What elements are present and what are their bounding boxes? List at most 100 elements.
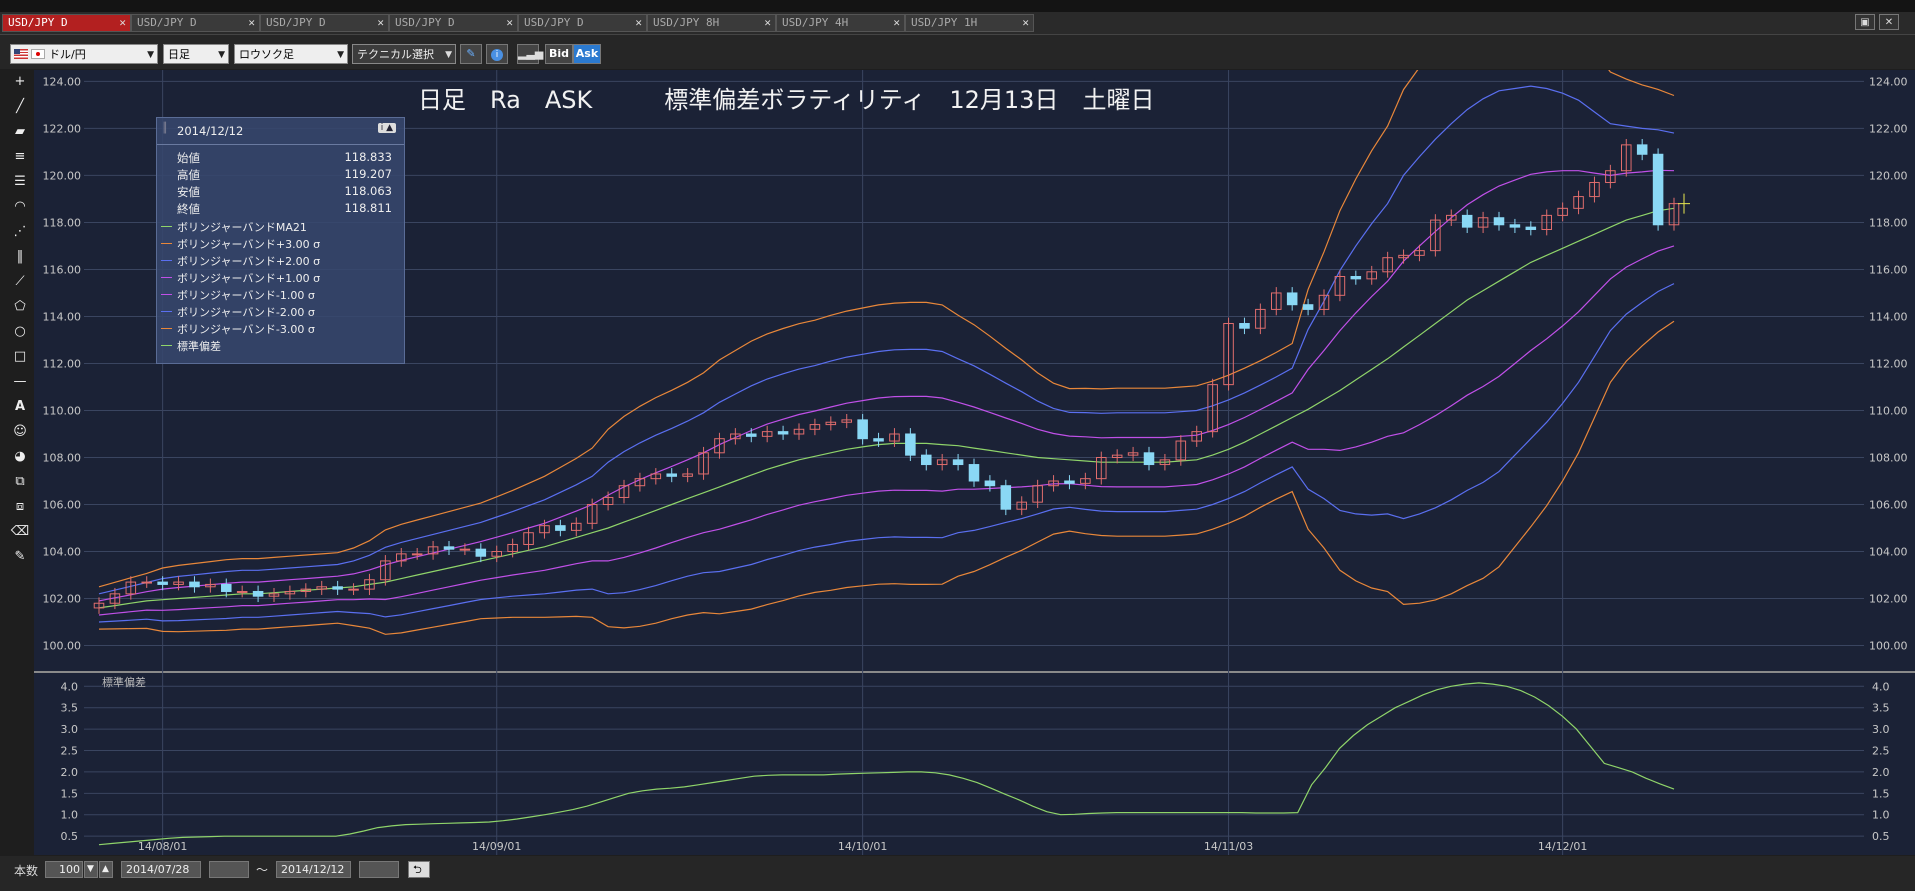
close-icon[interactable]: ✕ (119, 15, 126, 31)
tab-label: USD/JPY D (8, 16, 68, 29)
candle-body (411, 553, 423, 556)
start-date-field[interactable]: 2014/07/28 (121, 861, 201, 878)
tab-label: USD/JPY 8H (653, 16, 720, 29)
close-window-icon[interactable]: ✕ (1879, 14, 1899, 30)
candle-body (746, 433, 757, 437)
legend-swatch (161, 311, 172, 312)
ruler-icon[interactable]: ▰ (10, 122, 30, 142)
trendline-icon[interactable]: ╱ (10, 97, 30, 117)
end-date-field[interactable]: 2014/12/12 (276, 861, 351, 878)
candle-body (1286, 292, 1298, 306)
close-icon[interactable]: ✕ (893, 15, 900, 31)
close-icon[interactable]: ✕ (1022, 15, 1029, 31)
currency-pair-label: ドル/円 (49, 48, 86, 61)
fan-icon[interactable]: ⋰ (10, 222, 30, 242)
vertical-lines-icon[interactable]: ‖ (10, 247, 30, 267)
status-bar: 本数 100 ▼ ▲ 2014/07/28 ～ 2014/12/12 ⮌ (0, 856, 1915, 891)
tab-usdjpy-d-4[interactable]: USD/JPY D ✕ (389, 14, 518, 32)
x-tick-label: 14/12/01 (1538, 840, 1587, 853)
tab-usdjpy-4h[interactable]: USD/JPY 4H ✕ (776, 14, 905, 32)
candle-body (873, 438, 884, 442)
eraser-all-icon[interactable]: ✎ (10, 547, 30, 567)
horizontal-lines-icon[interactable]: ≡ (10, 147, 30, 167)
count-input[interactable]: 100 (45, 861, 83, 878)
range-tilde: ～ (256, 863, 269, 877)
flag-jp-icon (31, 49, 45, 59)
end-time-field[interactable] (359, 861, 399, 878)
tab-usdjpy-d-1[interactable]: USD/JPY D ✕ (2, 14, 131, 32)
hline-icon[interactable]: — (10, 372, 30, 392)
x-tick-label: 14/10/01 (838, 840, 887, 853)
legend-item: ボリンジャーバンドMA21 (161, 218, 396, 234)
tab-label: USD/JPY D (395, 16, 455, 29)
y-tick-label-left: 118.00 (43, 216, 82, 229)
info-icon[interactable]: i (486, 44, 508, 64)
chart-area[interactable]: 100.00 100.00 102.00 102.00 104.00 104.00 106.… (34, 0, 1915, 855)
tab-usdjpy-d-2[interactable]: USD/JPY D ✕ (131, 14, 260, 32)
candle-body (459, 548, 471, 551)
pitchfork-icon[interactable]: ⟋ (10, 272, 30, 292)
grip-icon[interactable]: ║ (162, 123, 168, 134)
circle-icon[interactable]: ○ (10, 322, 30, 342)
bid-button[interactable]: Bid (545, 44, 573, 64)
chevron-up-icon[interactable]: ▲ (99, 861, 113, 878)
y-tick-label-right: 106.00 (1869, 499, 1908, 512)
refresh-icon[interactable]: ⮌ (408, 861, 430, 878)
rectangle-icon[interactable]: □ (10, 347, 30, 367)
copy-icon[interactable]: ⧉ (10, 472, 30, 492)
close-icon[interactable]: ✕ (377, 15, 384, 31)
tab-usdjpy-1h[interactable]: USD/JPY 1H ✕ (905, 14, 1034, 32)
start-time-field[interactable] (209, 861, 249, 878)
candle-body (952, 459, 964, 466)
close-icon[interactable]: ✕ (764, 15, 771, 31)
fibonacci-icon[interactable]: ☰ (10, 172, 30, 192)
sub-y-tick-label-right: 2.0 (1872, 766, 1890, 779)
legend-item: ボリンジャーバンド-1.00 σ (161, 286, 396, 302)
chevron-down-icon[interactable]: ▼ (84, 861, 98, 878)
tab-usdjpy-d-3[interactable]: USD/JPY D ✕ (260, 14, 389, 32)
ask-button[interactable]: Ask (573, 44, 601, 64)
eraser-icon[interactable]: ⌫ (10, 522, 30, 542)
candle-body (1302, 304, 1314, 310)
legend-swatch (161, 226, 172, 227)
y-tick-label-right: 112.00 (1869, 357, 1908, 370)
currency-pair-select[interactable]: ドル/円 ▼ (10, 44, 158, 64)
legend-item: ボリンジャーバンド+2.00 σ (161, 252, 396, 268)
period-select[interactable]: 日足 ▼ (163, 44, 229, 64)
candle-body (1636, 144, 1648, 155)
crosshair-icon[interactable]: + (10, 72, 30, 92)
close-icon[interactable]: ✕ (635, 15, 642, 31)
chart-type-select[interactable]: ロウソク足 ▼ (234, 44, 348, 64)
pen-icon[interactable]: ✎ (460, 44, 482, 64)
maximize-icon[interactable]: ▣ (1855, 14, 1875, 30)
sub-y-tick-label-left: 1.5 (61, 787, 79, 800)
sub-y-tick-label-left: 3.5 (61, 702, 79, 715)
text-icon[interactable]: A (10, 397, 30, 417)
candle (1652, 148, 1664, 231)
info-panel-header: ║ 2014/12/12 i ▲ (157, 118, 404, 145)
close-icon[interactable]: ✕ (506, 15, 513, 31)
candle-body (1493, 217, 1505, 226)
chevron-down-icon: ▼ (445, 50, 452, 60)
palette-icon[interactable]: ◕ (10, 447, 30, 467)
close-icon[interactable]: ✕ (248, 15, 255, 31)
ohlc-row: 始値 118.833 (177, 150, 392, 165)
layers-icon[interactable]: ⧈ (10, 497, 30, 517)
pentagon-icon[interactable]: ⬠ (10, 297, 30, 317)
tab-bar: USD/JPY D ✕ USD/JPY D ✕ USD/JPY D ✕ USD/JPY… (0, 12, 1915, 35)
y-tick-label-right: 100.00 (1869, 640, 1908, 653)
candle-body (1239, 323, 1250, 329)
candle-body (141, 581, 152, 584)
tab-usdjpy-8h[interactable]: USD/JPY 8H ✕ (647, 14, 776, 32)
info-collapse-icon[interactable]: i ▲ (377, 123, 396, 133)
candle-body (1000, 485, 1012, 510)
candle-body (157, 581, 168, 585)
technical-select-button[interactable]: テクニカル選択 ▼ (352, 44, 456, 64)
y-tick-label-left: 122.00 (43, 122, 82, 135)
ohlc-row: 高値 119.207 (177, 167, 392, 182)
arc-icon[interactable]: ◠ (10, 197, 30, 217)
volume-icon[interactable]: ▂▃▅ (517, 44, 543, 64)
emoji-icon[interactable]: ☺ (10, 422, 30, 442)
sub-y-tick-label-right: 1.0 (1872, 809, 1890, 822)
tab-usdjpy-d-5[interactable]: USD/JPY D ✕ (518, 14, 647, 32)
